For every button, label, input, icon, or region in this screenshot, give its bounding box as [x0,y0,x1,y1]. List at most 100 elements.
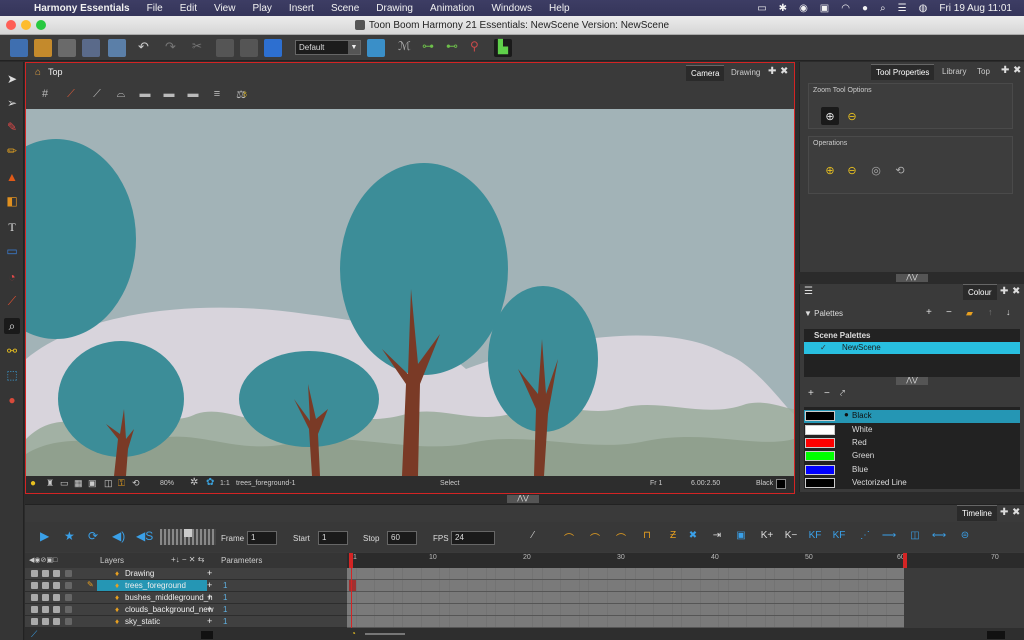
palette-item-newscene[interactable]: ✓ NewScene [804,342,1020,354]
dropper-tool-icon[interactable]: ⟋ [4,293,20,309]
frame-row[interactable] [347,568,904,580]
remove-frame-icon[interactable]: K− [783,530,799,546]
play-selection-icon[interactable]: ★ [64,529,75,543]
bone-icon[interactable]: ⚲ [470,39,488,57]
tab-drawing[interactable]: Drawing [726,65,766,81]
workspace-manager-icon[interactable] [367,39,385,57]
add-view-icon[interactable]: ✚ [1000,507,1008,518]
frame-row[interactable] [347,592,904,604]
panel-splitter[interactable]: ⋀⋁ [896,377,928,385]
rotate-icon[interactable]: ⟲ [132,478,140,489]
delete-keyframe-icon[interactable]: ✖ [685,530,701,546]
stop-marker[interactable] [903,553,907,568]
add-view-icon[interactable]: ✚ [1000,286,1008,297]
menu-animation[interactable]: Animation [430,3,474,14]
text-tool-icon[interactable]: T [4,219,20,235]
add-texture-icon[interactable]: ⤤ [840,388,845,399]
expand-layer-icon[interactable]: + [207,604,212,614]
constant-icon[interactable]: Ƶ [665,530,681,546]
solo-icon[interactable] [42,606,49,613]
workspace-select[interactable]: Default ▼ [295,40,361,55]
home-icon[interactable]: ⌂ [35,67,41,78]
menu-help[interactable]: Help [549,3,570,14]
visibility-icon[interactable] [31,606,38,613]
solo-icon[interactable] [42,570,49,577]
eraser-tool-icon[interactable]: ◧ [4,193,20,209]
brush-tool-icon[interactable]: ✎ [4,119,20,135]
wifi-icon[interactable]: ◠ [841,3,850,14]
stage-canvas[interactable] [26,109,794,476]
menu-drawing[interactable]: Drawing [376,3,413,14]
redo-icon[interactable]: ↷ [165,39,183,57]
swatch-green[interactable]: Green [804,450,1020,463]
stamp-tool-icon[interactable]: ▲ [4,169,20,185]
panel-splitter[interactable]: ⋀⋁ [896,274,928,282]
spotlight-icon[interactable]: ⌕ [880,3,886,14]
visibility-icon[interactable] [31,582,38,589]
frame-field[interactable]: 1 [247,531,277,545]
fps-select[interactable]: 24 [451,531,495,545]
reset-zoom-button[interactable]: ◎ [867,161,885,179]
motion-icon[interactable]: ℳ [398,39,416,57]
tab-top[interactable]: Top [972,64,995,80]
control-center-icon[interactable]: ☰ [898,3,907,14]
layer-row[interactable]: ♦ bushes_middleground_n + 1 [25,592,355,604]
undo-icon[interactable]: ↶ [138,39,156,57]
swatch-black[interactable]: ● Black [804,410,1020,423]
layer-row-selected[interactable]: ✎ ♦ trees_foreground + 1 [25,580,355,592]
timeline-ruler[interactable]: 1 10 20 30 40 50 60 70 [347,553,1024,568]
cut-icon[interactable]: ✂ [192,39,210,57]
peg-child-icon[interactable]: ⊷ [446,39,464,57]
minimize-window-button[interactable] [21,20,31,30]
siri-icon[interactable]: ◍ [919,3,928,14]
lock-icon[interactable] [53,570,60,577]
stack-icon[interactable]: ≡ [208,88,226,104]
close-icon[interactable]: ✖ [1012,286,1020,297]
import-icon[interactable] [108,39,126,57]
menu-insert[interactable]: Insert [289,3,314,14]
add-layer-icon[interactable]: +↓ − ✕ ⇆ [171,555,204,564]
menu-file[interactable]: File [147,3,163,14]
line-style-icon[interactable]: ⁄ [525,530,541,546]
contour-editor-icon[interactable]: ➢ [4,95,20,111]
menu-view[interactable]: View [214,3,236,14]
reset-view-icon[interactable]: ⌓ [112,88,130,104]
zoom-timeline-icon[interactable]: ⊜ [957,530,973,546]
lock-icon[interactable] [53,606,60,613]
onion-skin-timeline-icon[interactable]: ◫ [907,530,923,546]
reset-view-button[interactable]: ⟲ [891,161,909,179]
move-down-icon[interactable]: ↓ [1006,307,1011,317]
add-view-icon[interactable]: ✚ [1001,65,1009,76]
zoom-out-button[interactable]: ⊖ [843,161,861,179]
zoom-window-button[interactable] [36,20,46,30]
colour-icon[interactable] [65,618,72,625]
menu-scene[interactable]: Scene [331,3,359,14]
zoom-in-button[interactable]: ⊕ [821,161,839,179]
lightbulb-icon[interactable]: ♁ [236,88,254,104]
menu-app-name[interactable]: Harmony Essentials [34,3,130,14]
paste-icon[interactable] [240,39,258,57]
ease-out-icon[interactable]: ⌒ [587,530,603,546]
zoom-tool-icon[interactable]: ⌕ [4,318,20,334]
grid-icon[interactable]: # [36,88,54,104]
solo-icon[interactable] [42,582,49,589]
user-icon[interactable]: ● [862,3,868,14]
extend-exposure-icon[interactable]: ⟷ [931,530,947,546]
field-guide-icon[interactable]: ▣ [88,478,97,489]
layer-row[interactable]: ♦ Drawing + [25,568,355,580]
transform-tool-icon[interactable]: ⬚ [4,367,20,383]
reset-rotation-icon[interactable]: ▬ [184,88,202,104]
current-colour-swatch[interactable] [776,479,786,489]
add-view-icon[interactable]: ✚ [768,66,776,77]
lock-icon[interactable] [53,582,60,589]
menubar-datetime[interactable]: Fri 19 Aug 11:01 [939,3,1012,14]
bluetooth-icon[interactable]: ✱ [779,3,787,14]
pencil-tool-icon[interactable]: ✏ [4,143,20,159]
frame-row[interactable] [347,616,904,628]
layout-icon[interactable]: ◫ [104,478,113,489]
bone-tool-icon[interactable]: ⚯ [4,343,20,359]
tab-colour[interactable]: Colour [963,284,997,300]
remove-palette-icon[interactable]: − [946,307,952,318]
set-ease-icon[interactable]: ⟶ [881,530,897,546]
play-icon[interactable]: ▶ [40,529,49,543]
